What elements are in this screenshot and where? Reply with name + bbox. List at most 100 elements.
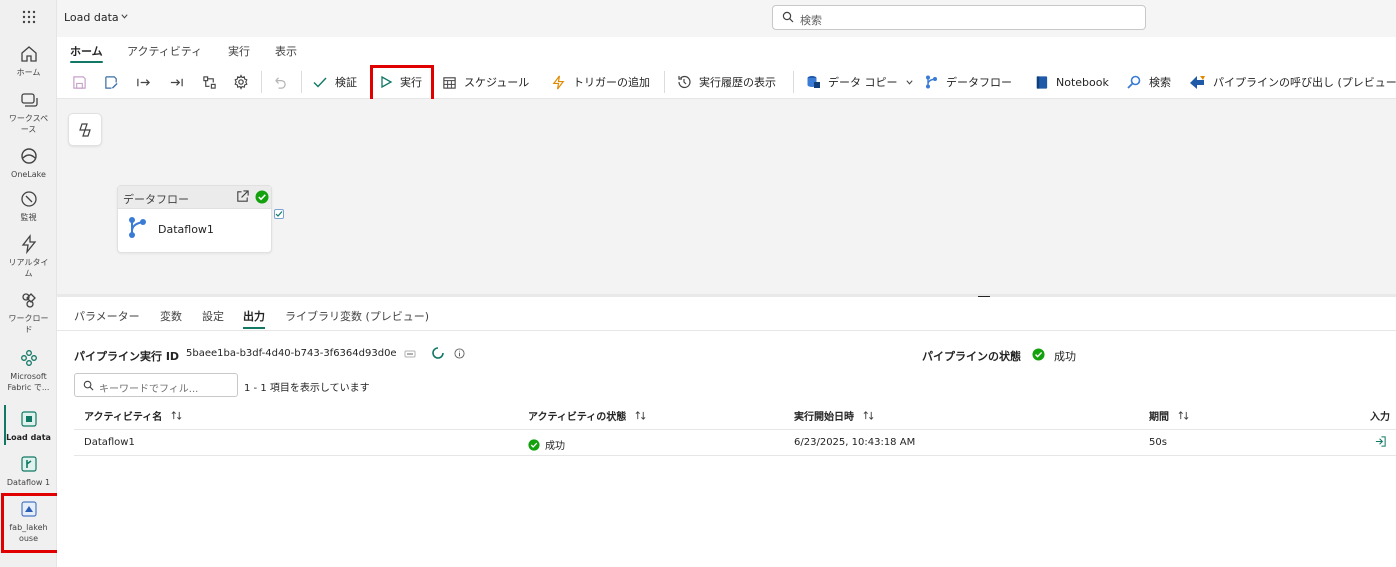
sort-icon[interactable] bbox=[1177, 410, 1190, 421]
view-history-button[interactable]: 実行履歴の表示 bbox=[676, 65, 776, 99]
filter-placeholder: キーワードでフィル... bbox=[99, 384, 199, 395]
node-name: Dataflow1 bbox=[158, 223, 214, 236]
node-select-checkbox[interactable] bbox=[274, 209, 284, 219]
notebook-icon bbox=[1036, 75, 1048, 89]
copilot-button[interactable] bbox=[68, 113, 102, 146]
rail-item-realtime[interactable]: リアルタイム bbox=[0, 234, 57, 279]
tab-activities[interactable]: アクティビティ bbox=[127, 43, 202, 59]
checkmark-icon bbox=[313, 77, 327, 88]
rail-item-dataflow1[interactable]: Dataflow 1 bbox=[0, 454, 57, 488]
search-box[interactable]: 検索 bbox=[772, 5, 1146, 30]
move-button[interactable] bbox=[136, 65, 151, 99]
home-icon bbox=[20, 46, 37, 62]
cell-duration: 50s bbox=[1149, 437, 1167, 448]
highlight-lakehouse bbox=[1, 493, 65, 553]
chevron-down-icon[interactable] bbox=[120, 12, 129, 21]
pipeline-status-label: パイプラインの状態 bbox=[922, 350, 1021, 363]
properties-panel: パラメーター 変数 設定 出力 ライブラリ変数 (プレビュー) パイプライン実行… bbox=[57, 297, 1396, 567]
tab-home[interactable]: ホーム bbox=[70, 43, 103, 63]
col-activity-status[interactable]: アクティビティの状態 bbox=[528, 408, 647, 423]
pipeline-icon bbox=[20, 411, 37, 427]
history-icon bbox=[678, 75, 691, 89]
copilot-icon bbox=[79, 122, 91, 137]
validate-button[interactable]: 検証 bbox=[312, 65, 357, 99]
invoke-pipeline-icon bbox=[1190, 76, 1205, 89]
col-run-start[interactable]: 実行開始日時 bbox=[794, 408, 875, 423]
rail-item-onelake[interactable]: OneLake bbox=[0, 146, 57, 180]
arrow-right-bar-icon bbox=[137, 78, 150, 86]
arrow-to-end-icon bbox=[170, 78, 183, 86]
copy-icon[interactable] bbox=[404, 348, 416, 360]
move-to-end-button[interactable] bbox=[169, 65, 184, 99]
refresh-icon[interactable] bbox=[430, 345, 446, 361]
highlight-run bbox=[370, 65, 434, 103]
search-icon bbox=[782, 11, 794, 23]
col-activity-name[interactable]: アクティビティ名 bbox=[84, 408, 183, 423]
rail-item-load-data[interactable]: Load data bbox=[0, 405, 57, 445]
fabric-icon bbox=[20, 350, 37, 366]
dataflow-icon bbox=[20, 456, 37, 472]
item-title[interactable]: Load data bbox=[64, 11, 119, 24]
filter-input[interactable]: キーワードでフィル... bbox=[74, 373, 238, 397]
tab-variables[interactable]: 変数 bbox=[160, 308, 182, 324]
copy-data-icon bbox=[807, 76, 820, 88]
search-placeholder: 検索 bbox=[800, 14, 822, 27]
dataflow-icon bbox=[926, 75, 937, 89]
cell-run-start: 6/23/2025, 10:43:18 AM bbox=[794, 437, 916, 448]
lightning-icon bbox=[21, 234, 36, 254]
workloads-icon bbox=[21, 293, 36, 308]
tab-settings[interactable]: 設定 bbox=[202, 308, 224, 324]
save-button[interactable] bbox=[72, 65, 87, 99]
settings-button[interactable] bbox=[233, 65, 249, 99]
save-as-icon bbox=[105, 75, 118, 89]
rail-item-home[interactable]: ホーム bbox=[0, 44, 57, 78]
search-icon bbox=[83, 380, 94, 391]
pipeline-status-value: 成功 bbox=[1054, 350, 1076, 363]
rail-item-fabric[interactable]: Microsoft Fabric で... bbox=[0, 348, 57, 393]
input-icon[interactable] bbox=[1374, 435, 1387, 448]
pipeline-canvas[interactable]: データフロー Dataflow1 bbox=[57, 99, 1396, 294]
schedule-button[interactable]: スケジュール bbox=[442, 65, 529, 99]
add-trigger-button[interactable]: トリガーの追加 bbox=[551, 65, 650, 99]
success-icon bbox=[255, 190, 269, 204]
rail-item-workloads[interactable]: ワークロード bbox=[0, 290, 57, 335]
dataflow-activity-node[interactable]: データフロー Dataflow1 bbox=[117, 185, 272, 253]
run-id-label: パイプライン実行 ID bbox=[74, 350, 180, 363]
col-duration[interactable]: 期間 bbox=[1149, 408, 1190, 423]
tab-run[interactable]: 実行 bbox=[228, 43, 250, 59]
top-bar: Load data 検索 bbox=[57, 0, 1396, 37]
tab-output[interactable]: 出力 bbox=[243, 308, 265, 329]
info-icon[interactable] bbox=[454, 348, 465, 359]
run-id-value: 5baee1ba-b3df-4d40-b743-3f6364d93d0e bbox=[186, 348, 397, 359]
save-icon bbox=[73, 75, 86, 89]
rail-item-monitor[interactable]: 監視 bbox=[0, 189, 57, 223]
tab-view[interactable]: 表示 bbox=[275, 43, 297, 59]
undo-button[interactable] bbox=[272, 65, 287, 99]
cell-activity-name: Dataflow1 bbox=[84, 437, 135, 448]
calendar-icon bbox=[443, 76, 456, 89]
save-as-button[interactable] bbox=[104, 65, 119, 99]
left-rail: ホーム ワークスペース OneLake 監視 リアルタイム ワークロード Mic… bbox=[0, 0, 57, 567]
dataflow-button[interactable]: データフロー bbox=[923, 65, 1012, 99]
dataflow-icon bbox=[129, 217, 146, 238]
col-input[interactable]: 入力 bbox=[1370, 408, 1390, 423]
sort-icon[interactable] bbox=[634, 410, 647, 421]
app-launcher-icon[interactable] bbox=[0, 10, 57, 24]
notebook-button[interactable]: Notebook bbox=[1034, 65, 1109, 99]
success-icon bbox=[1032, 348, 1045, 361]
copy-data-button[interactable]: データ コピー bbox=[805, 65, 914, 99]
tab-library-variables[interactable]: ライブラリ変数 (プレビュー) bbox=[285, 308, 429, 324]
item-count: 1 - 1 項目を表示しています bbox=[244, 383, 370, 394]
cell-activity-status: 成功 bbox=[528, 437, 565, 452]
lookup-button[interactable]: 検索 bbox=[1126, 65, 1171, 99]
checkmark-icon bbox=[275, 211, 283, 217]
invoke-pipeline-button[interactable]: パイプラインの呼び出し (プレビュー bbox=[1189, 65, 1396, 99]
open-external-icon[interactable] bbox=[235, 189, 250, 204]
gear-icon bbox=[234, 74, 248, 90]
tab-parameters[interactable]: パラメーター bbox=[74, 308, 140, 324]
auto-layout-button[interactable] bbox=[202, 65, 217, 99]
sort-icon[interactable] bbox=[170, 410, 183, 421]
rail-item-workspaces[interactable]: ワークスペース bbox=[0, 90, 57, 135]
layout-icon bbox=[203, 75, 216, 89]
sort-icon[interactable] bbox=[862, 410, 875, 421]
